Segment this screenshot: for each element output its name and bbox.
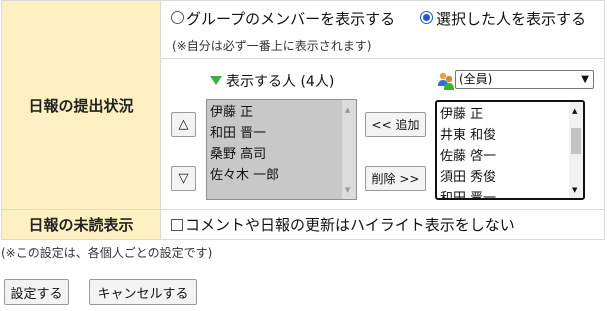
report-status-label: 日報の提出状況 — [28, 96, 134, 115]
list-item[interactable]: 和田 晋一 — [207, 123, 341, 144]
no-highlight-checkbox[interactable] — [171, 219, 183, 231]
no-highlight-label[interactable]: コメントや日報の更新はハイライト表示をしない — [185, 214, 515, 235]
group-members-listbox[interactable]: 伊藤 正 井東 和俊 佐藤 啓一 須田 秀俊 和田 晋一 ▲ ▼ — [435, 100, 585, 200]
list-item[interactable]: 佐々木 一郎 — [207, 165, 341, 186]
row-divider — [161, 58, 604, 59]
move-up-button[interactable]: △ — [171, 112, 196, 137]
list-item[interactable]: 須田 秀俊 — [437, 167, 569, 188]
per-user-setting-note: (※この設定は、各個人ごとの設定です) — [1, 246, 213, 260]
list-item[interactable]: 和田 晋一 — [437, 188, 569, 198]
selected-people-label[interactable]: 選択した人を表示する — [436, 8, 586, 29]
row-divider — [2, 209, 604, 210]
list-item[interactable]: 伊藤 正 — [437, 104, 569, 125]
add-button[interactable]: << 追加 — [365, 112, 426, 137]
group-members-label[interactable]: グループのメンバーを表示する — [186, 8, 395, 29]
report-status-label-cell: 日報の提出状況 — [2, 1, 160, 209]
scrollbar[interactable]: ▲ ▼ — [342, 100, 356, 199]
move-down-button[interactable]: ▽ — [171, 166, 196, 191]
users-icon — [437, 71, 455, 91]
unread-label-cell: 日報の未読表示 — [2, 210, 160, 239]
scrollbar-thumb[interactable] — [571, 128, 581, 154]
group-members-radio[interactable] — [171, 11, 184, 24]
selected-people-radio[interactable] — [420, 11, 433, 24]
column-divider — [160, 1, 161, 239]
scroll-up-arrow-icon[interactable]: ▲ — [572, 107, 577, 115]
group-select-value: (全員) — [459, 72, 493, 86]
list-item[interactable]: 井東 和俊 — [437, 125, 569, 146]
unread-label: 日報の未読表示 — [28, 216, 134, 234]
shown-list-heading: 表示する人 (4人) — [226, 74, 335, 90]
cancel-button[interactable]: キャンセルする — [89, 279, 197, 305]
green-triangle-icon — [210, 76, 222, 85]
group-select[interactable]: (全員) ▼ — [455, 70, 594, 89]
scrollbar[interactable]: ▲ ▼ — [569, 102, 583, 198]
save-button[interactable]: 設定する — [4, 279, 69, 305]
chevron-down-icon: ▼ — [581, 74, 589, 85]
scroll-down-arrow-icon[interactable]: ▼ — [572, 186, 577, 194]
self-on-top-note: (※自分は必ず一番上に表示されます) — [172, 39, 372, 53]
scroll-down-arrow-icon[interactable]: ▼ — [345, 186, 350, 194]
scroll-up-arrow-icon[interactable]: ▲ — [345, 106, 350, 114]
list-item[interactable]: 伊藤 正 — [207, 102, 341, 123]
shown-people-listbox[interactable]: 伊藤 正 和田 晋一 桑野 高司 佐々木 一郎 ▲ ▼ — [206, 99, 357, 200]
list-item[interactable]: 桑野 高司 — [207, 144, 341, 165]
list-item[interactable]: 佐藤 啓一 — [437, 146, 569, 167]
remove-button[interactable]: 削除 >> — [365, 166, 426, 191]
